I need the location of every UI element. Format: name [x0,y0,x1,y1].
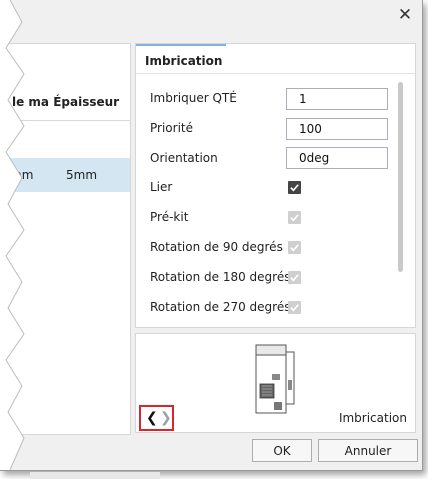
rotation-270-checkbox[interactable] [288,301,301,314]
prekit-checkbox[interactable] [288,211,301,224]
close-button[interactable]: ✕ [394,4,416,26]
nesting-preview-panel: Imbrication ❮ ❯ [135,333,416,433]
rotation-90-label: Rotation de 90 degrés [150,240,283,254]
checkmark-icon [290,304,299,312]
nest-quantity-value: 1 [299,92,307,106]
chevron-right-icon[interactable]: ❯ [160,410,172,426]
part-preview-image [255,344,295,414]
priority-value: 100 [299,122,322,136]
divider [136,73,415,74]
ok-button[interactable]: OK [252,439,312,462]
orientation-label: Orientation [150,151,218,165]
rotation-180-checkbox[interactable] [288,271,301,284]
preview-navigation: ❮ ❯ [139,405,174,431]
checkmark-icon [290,244,299,252]
nesting-dialog: ✕ le ma Épaisseur mm 5mm Imbrication Imb… [0,0,423,471]
orientation-value: 0deg [299,151,330,165]
close-icon: ✕ [397,5,413,25]
rotation-270-label: Rotation de 270 degrés [150,300,291,314]
priority-input[interactable]: 100 [286,118,388,140]
cancel-button[interactable]: Annuler [318,439,418,462]
chevron-left-icon[interactable]: ❮ [146,410,158,426]
torn-edge-decoration [0,0,25,470]
checkmark-icon [290,214,299,222]
prekit-label: Pré-kit [150,210,189,224]
nest-quantity-input[interactable]: 1 [286,88,388,110]
tab-nesting[interactable]: Imbrication [136,44,226,74]
nest-quantity-label: Imbriquer QTÉ [150,91,237,105]
rotation-180-label: Rotation de 180 degrés [150,270,291,284]
preview-caption: Imbrication [338,411,407,425]
checkmark-icon [290,184,299,192]
tab-nesting-label: Imbrication [145,54,223,68]
rotation-90-checkbox[interactable] [288,241,301,254]
table-cell-thickness: 5mm [66,168,98,182]
checkmark-icon [290,274,299,282]
link-label: Lier [150,180,173,194]
link-checkbox[interactable] [288,181,301,194]
background-strip [30,472,160,479]
priority-label: Priorité [150,121,193,135]
settings-scrollbar[interactable] [398,82,403,272]
nesting-settings-panel: Imbrication Imbriquer QTÉ 1 Priorité 100… [135,43,416,328]
orientation-input[interactable]: 0deg [286,147,388,169]
